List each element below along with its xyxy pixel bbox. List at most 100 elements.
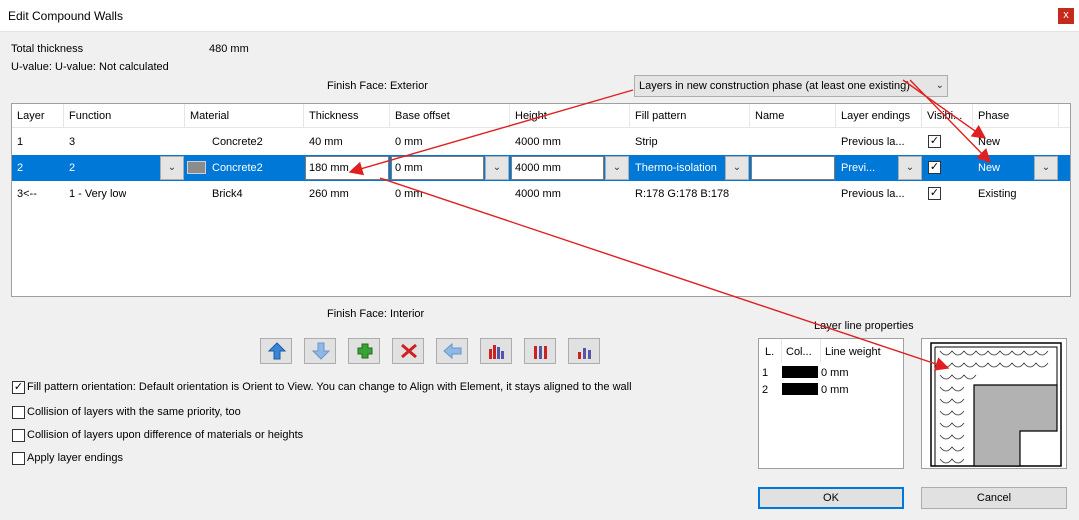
- phase-dropdown-button[interactable]: ⌄: [1034, 156, 1058, 180]
- visibility-checkbox[interactable]: ✓: [928, 187, 941, 200]
- height-dropdown-button[interactable]: ⌄: [605, 156, 629, 180]
- header-name[interactable]: Name: [750, 104, 836, 128]
- delete-layer-icon: [401, 343, 417, 359]
- header-base-offset[interactable]: Base offset: [390, 104, 510, 128]
- fill-orientation-checkbox[interactable]: ✓: [12, 381, 25, 394]
- visibility-checkbox[interactable]: ✓: [928, 161, 941, 174]
- header-height[interactable]: Height: [510, 104, 630, 128]
- collision-materials-checkbox[interactable]: [12, 429, 25, 442]
- phase-combo[interactable]: Layers in new construction phase (at lea…: [634, 75, 948, 97]
- header-visibility[interactable]: Visibi...: [922, 104, 973, 128]
- apply-layer-endings-label: Apply layer endings: [27, 452, 124, 464]
- cell-material: Concrete2: [212, 136, 263, 148]
- back-arrow-icon: [443, 342, 462, 360]
- table-header: Layer Function Material Thickness Base o…: [12, 104, 1070, 128]
- ll-header-layer[interactable]: L.: [765, 346, 774, 358]
- cell-phase: Existing: [978, 188, 1017, 200]
- move-down-button[interactable]: [304, 338, 336, 364]
- header-fill-pattern[interactable]: Fill pattern: [630, 104, 750, 128]
- layers-table: Layer Function Material Thickness Base o…: [11, 103, 1071, 297]
- add-layer-icon: [357, 343, 373, 359]
- table-row[interactable]: 3<-- 1 - Very low Brick4 260 mm 0 mm 400…: [12, 181, 1070, 207]
- collision-same-priority-label: Collision of layers with the same priori…: [27, 406, 241, 418]
- layer-line-properties-title: Layer line properties: [814, 320, 914, 332]
- ll-color-swatch[interactable]: [782, 366, 818, 378]
- layer-endings-dropdown-button[interactable]: ⌄: [898, 156, 922, 180]
- layers-small-chart-icon: [578, 348, 591, 359]
- title-bar: Edit Compound Walls x: [0, 0, 1079, 32]
- header-thickness[interactable]: Thickness: [304, 104, 390, 128]
- header-layer-endings[interactable]: Layer endings: [836, 104, 922, 128]
- layer-endings-select[interactable]: Previ...: [837, 156, 897, 180]
- fill-pattern-select[interactable]: Thermo-isolation: [631, 156, 724, 180]
- cell-phase: New: [978, 162, 1001, 174]
- ll-row-weight: 0 mm: [821, 384, 849, 396]
- header-function[interactable]: Function: [64, 104, 185, 128]
- cell-function: 3: [69, 136, 76, 148]
- table-row-selected[interactable]: 2 2 ⌄ Concrete2 180 mm 0 mm ⌄ 4000 mm ⌄ …: [12, 155, 1070, 181]
- ll-header-color[interactable]: Col...: [786, 346, 812, 358]
- cell-fill-pattern: R:178 G:178 B:178: [635, 188, 730, 200]
- layers-bars-button[interactable]: [524, 338, 556, 364]
- collision-materials-label: Collision of layers upon difference of m…: [27, 429, 304, 441]
- table-row[interactable]: 1 3 Concrete2 40 mm 0 mm 4000 mm Strip P…: [12, 129, 1070, 155]
- ll-color-swatch[interactable]: [782, 383, 818, 395]
- finish-face-exterior-label: Finish Face: Exterior: [327, 80, 428, 92]
- cell-material: Brick4: [212, 188, 243, 200]
- cell-layer: 3<--: [17, 188, 37, 200]
- cell-base-offset: 0 mm: [395, 188, 423, 200]
- ll-row-layer: 1: [762, 367, 769, 379]
- fill-pattern-dropdown-button[interactable]: ⌄: [725, 156, 749, 180]
- ll-row-weight: 0 mm: [821, 367, 849, 379]
- collision-same-priority-checkbox[interactable]: [12, 406, 25, 419]
- material-swatch[interactable]: [187, 161, 206, 174]
- cell-function: 2: [69, 162, 76, 174]
- apply-layer-endings-checkbox[interactable]: [12, 452, 25, 465]
- thickness-input[interactable]: 180 mm: [305, 156, 389, 180]
- back-arrow-button[interactable]: [436, 338, 468, 364]
- phase-combo-value: Layers in new construction phase (at lea…: [639, 80, 910, 92]
- name-input[interactable]: [751, 156, 835, 180]
- total-thickness-label: Total thickness: [11, 43, 84, 55]
- layers-small-chart-button[interactable]: [568, 338, 600, 364]
- u-value-text: U-value: U-value: Not calculated: [11, 61, 169, 73]
- ok-button[interactable]: OK: [758, 487, 904, 509]
- ll-row-layer: 2: [762, 384, 769, 396]
- move-down-icon: [311, 342, 331, 360]
- header-phase[interactable]: Phase: [973, 104, 1059, 128]
- fill-orientation-label: Fill pattern orientation: Default orient…: [27, 381, 632, 393]
- cell-material: Concrete2: [212, 162, 263, 174]
- layers-chart-button[interactable]: [480, 338, 512, 364]
- chevron-down-icon: ⌄: [935, 80, 944, 91]
- cancel-button[interactable]: Cancel: [921, 487, 1067, 509]
- cell-layer-endings: Previous la...: [841, 188, 905, 200]
- close-button[interactable]: x: [1058, 8, 1074, 24]
- base-offset-input[interactable]: 0 mm: [391, 156, 484, 180]
- cell-base-offset: 0 mm: [395, 136, 423, 148]
- add-layer-button[interactable]: [348, 338, 380, 364]
- cell-layer: 1: [17, 136, 24, 148]
- height-input[interactable]: 4000 mm: [511, 156, 604, 180]
- window-title: Edit Compound Walls: [8, 9, 123, 23]
- cell-thickness: 260 mm: [309, 188, 349, 200]
- layers-bars-icon: [534, 346, 547, 359]
- cell-height: 4000 mm: [515, 188, 561, 200]
- cell-fill-pattern: Strip: [635, 136, 658, 148]
- cell-phase: New: [978, 136, 1001, 148]
- finish-face-interior-label: Finish Face: Interior: [327, 308, 425, 320]
- visibility-checkbox[interactable]: ✓: [928, 135, 941, 148]
- cell-layer-endings: Previous la...: [841, 136, 905, 148]
- layers-chart-icon: [489, 345, 504, 359]
- wall-preview: [921, 338, 1067, 469]
- function-dropdown-button[interactable]: ⌄: [160, 156, 184, 180]
- header-layer[interactable]: Layer: [12, 104, 64, 128]
- base-offset-dropdown-button[interactable]: ⌄: [485, 156, 509, 180]
- header-material[interactable]: Material: [185, 104, 304, 128]
- move-up-button[interactable]: [260, 338, 292, 364]
- delete-layer-button[interactable]: [392, 338, 424, 364]
- ll-header-line-weight[interactable]: Line weight: [825, 346, 881, 358]
- wall-section-drawing: [930, 342, 1062, 467]
- cell-function: 1 - Very low: [69, 188, 127, 200]
- layer-line-table: L. Col... Line weight 1 0 mm 2 0 mm: [758, 338, 904, 469]
- cell-layer: 2: [17, 162, 24, 174]
